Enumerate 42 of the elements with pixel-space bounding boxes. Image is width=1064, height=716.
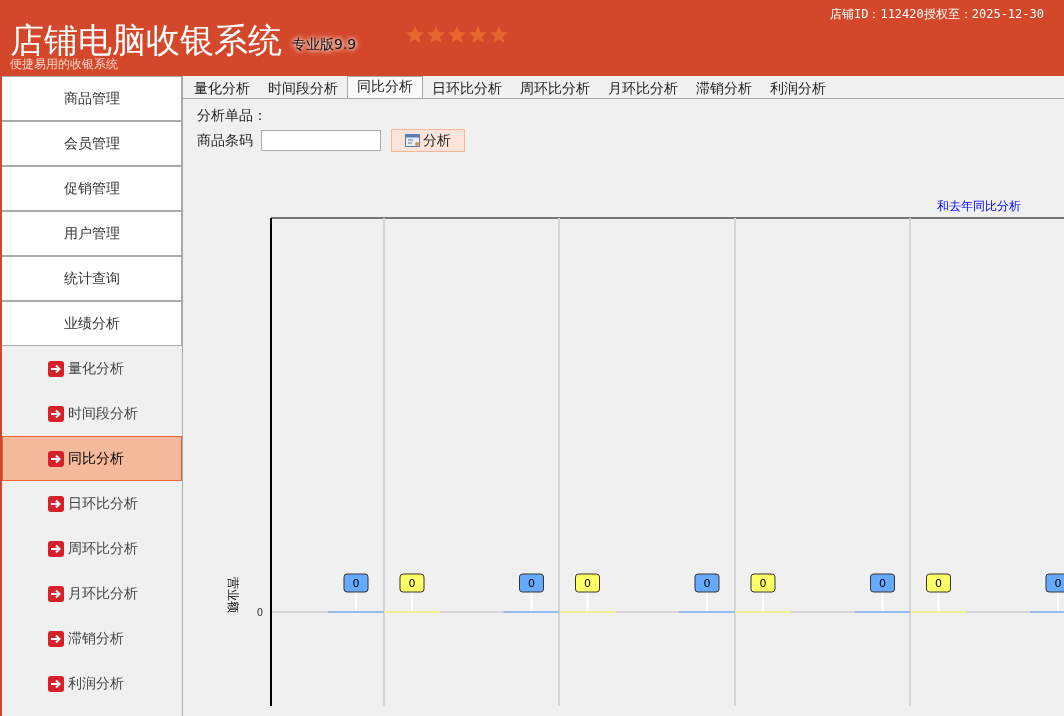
report-icon bbox=[405, 133, 421, 148]
data-label: 0 bbox=[519, 573, 544, 593]
tab[interactable]: 周环比分析 bbox=[511, 79, 599, 98]
license-info: 店铺ID：112420授权至：2025-12-30 bbox=[829, 6, 1044, 23]
barcode-input[interactable] bbox=[261, 130, 381, 151]
data-label: 0 bbox=[343, 573, 369, 593]
tab[interactable]: 日环比分析 bbox=[423, 79, 511, 98]
app-subtitle: 便捷易用的收银系统 bbox=[10, 58, 119, 70]
sidebar-item[interactable]: 月环比分析 bbox=[2, 571, 182, 616]
analyze-button[interactable]: 分析 bbox=[391, 129, 465, 152]
barcode-label: 商品条码 bbox=[197, 131, 253, 150]
edition-label: 专业版9.9 bbox=[292, 36, 357, 54]
sidebar-section[interactable]: 促销管理 bbox=[2, 166, 182, 211]
data-label: 0 bbox=[926, 573, 951, 593]
y-tick-label: 0 bbox=[256, 607, 263, 618]
sidebar-item[interactable]: 滞销分析 bbox=[2, 616, 182, 661]
tab[interactable]: 同比分析 bbox=[347, 76, 423, 98]
sidebar-section[interactable]: 会员管理 bbox=[2, 121, 182, 166]
sidebar-item[interactable]: 量化分析 bbox=[2, 346, 182, 391]
section-label: 分析单品： bbox=[197, 107, 268, 125]
tab[interactable]: 量化分析 bbox=[185, 79, 259, 98]
data-label: 0 bbox=[575, 573, 600, 593]
sidebar-item[interactable]: 同比分析 bbox=[2, 436, 182, 481]
sidebar-section[interactable]: 业绩分析 bbox=[2, 301, 182, 346]
sidebar-item[interactable]: 时间段分析 bbox=[2, 391, 182, 436]
data-label: 0 bbox=[399, 573, 425, 593]
sidebar-item[interactable]: 日环比分析 bbox=[2, 481, 182, 526]
data-label: 0 bbox=[1045, 573, 1064, 593]
chart-title: 和去年同比分析 bbox=[937, 199, 1021, 213]
sidebar-section[interactable]: 用户管理 bbox=[2, 211, 182, 256]
data-label: 0 bbox=[870, 573, 895, 593]
tab[interactable]: 滞销分析 bbox=[687, 79, 761, 98]
tab[interactable]: 时间段分析 bbox=[259, 79, 347, 98]
data-label: 0 bbox=[750, 573, 776, 593]
sidebar-section[interactable]: 统计查询 bbox=[2, 256, 182, 301]
tab[interactable]: 利润分析 bbox=[761, 79, 835, 98]
sidebar-item[interactable]: 周环比分析 bbox=[2, 526, 182, 571]
tab[interactable]: 月环比分析 bbox=[599, 79, 687, 98]
sidebar-section[interactable]: 商品管理 bbox=[2, 76, 182, 121]
y-axis-label: 营业额 bbox=[226, 577, 240, 613]
sidebar-item[interactable]: 利润分析 bbox=[2, 661, 182, 706]
data-label: 0 bbox=[694, 573, 720, 593]
